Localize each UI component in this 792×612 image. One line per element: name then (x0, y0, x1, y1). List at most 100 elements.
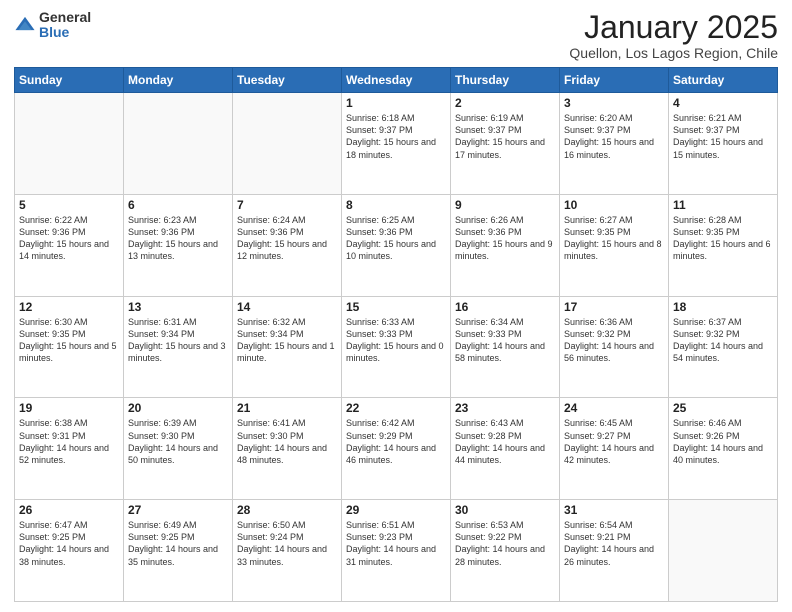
calendar-cell: 29 Sunrise: 6:51 AM Sunset: 9:23 PM Dayli… (342, 500, 451, 602)
calendar-cell: 13 Sunrise: 6:31 AM Sunset: 9:34 PM Dayli… (124, 296, 233, 398)
calendar-day-header: Friday (560, 68, 669, 93)
calendar-cell: 6 Sunrise: 6:23 AM Sunset: 9:36 PM Daylig… (124, 194, 233, 296)
cell-text: Sunrise: 6:39 AM Sunset: 9:30 PM Dayligh… (128, 417, 228, 466)
calendar-cell: 5Sunrise: 6:22 AM Sunset: 9:36 PM Daylig… (15, 194, 124, 296)
cell-text: Sunrise: 6:36 AM Sunset: 9:32 PM Dayligh… (564, 316, 664, 365)
header: General Blue January 2025 Quellon, Los L… (14, 10, 778, 61)
cell-text: Sunrise: 6:33 AM Sunset: 9:33 PM Dayligh… (346, 316, 446, 365)
calendar-week-row: 26Sunrise: 6:47 AM Sunset: 9:25 PM Dayli… (15, 500, 778, 602)
day-number: 16 (455, 300, 555, 314)
day-number: 4 (673, 96, 773, 110)
cell-text: Sunrise: 6:54 AM Sunset: 9:21 PM Dayligh… (564, 519, 664, 568)
cell-text: Sunrise: 6:19 AM Sunset: 9:37 PM Dayligh… (455, 112, 555, 161)
day-number: 14 (237, 300, 337, 314)
day-number: 27 (128, 503, 228, 517)
calendar-cell: 7 Sunrise: 6:24 AM Sunset: 9:36 PM Daylig… (233, 194, 342, 296)
cell-text: Sunrise: 6:26 AM Sunset: 9:36 PM Dayligh… (455, 214, 555, 263)
cell-text: Sunrise: 6:24 AM Sunset: 9:36 PM Dayligh… (237, 214, 337, 263)
day-number: 29 (346, 503, 446, 517)
day-number: 11 (673, 198, 773, 212)
calendar-week-row: 1Sunrise: 6:18 AM Sunset: 9:37 PM Daylig… (15, 93, 778, 195)
cell-text: Sunrise: 6:34 AM Sunset: 9:33 PM Dayligh… (455, 316, 555, 365)
day-number: 13 (128, 300, 228, 314)
day-number: 31 (564, 503, 664, 517)
calendar-cell (15, 93, 124, 195)
cell-text: Sunrise: 6:41 AM Sunset: 9:30 PM Dayligh… (237, 417, 337, 466)
calendar-cell: 31 Sunrise: 6:54 AM Sunset: 9:21 PM Dayli… (560, 500, 669, 602)
calendar-cell: 9Sunrise: 6:26 AM Sunset: 9:36 PM Daylig… (451, 194, 560, 296)
cell-text: Sunrise: 6:43 AM Sunset: 9:28 PM Dayligh… (455, 417, 555, 466)
calendar-cell: 1Sunrise: 6:18 AM Sunset: 9:37 PM Daylig… (342, 93, 451, 195)
calendar-cell: 3Sunrise: 6:20 AM Sunset: 9:37 PM Daylig… (560, 93, 669, 195)
logo-icon (14, 14, 36, 36)
calendar-cell: 4 Sunrise: 6:21 AM Sunset: 9:37 PM Daylig… (669, 93, 778, 195)
calendar-cell: 28 Sunrise: 6:50 AM Sunset: 9:24 PM Dayli… (233, 500, 342, 602)
calendar-cell: 18Sunrise: 6:37 AM Sunset: 9:32 PM Dayli… (669, 296, 778, 398)
logo: General Blue (14, 10, 91, 41)
day-number: 2 (455, 96, 555, 110)
cell-text: Sunrise: 6:30 AM Sunset: 9:35 PM Dayligh… (19, 316, 119, 365)
cell-text: Sunrise: 6:45 AM Sunset: 9:27 PM Dayligh… (564, 417, 664, 466)
page: General Blue January 2025 Quellon, Los L… (0, 0, 792, 612)
cell-text: Sunrise: 6:46 AM Sunset: 9:26 PM Dayligh… (673, 417, 773, 466)
day-number: 8 (346, 198, 446, 212)
logo-text: General Blue (39, 10, 91, 41)
cell-text: Sunrise: 6:47 AM Sunset: 9:25 PM Dayligh… (19, 519, 119, 568)
day-number: 24 (564, 401, 664, 415)
title-month: January 2025 (569, 10, 778, 45)
cell-text: Sunrise: 6:49 AM Sunset: 9:25 PM Dayligh… (128, 519, 228, 568)
cell-text: Sunrise: 6:20 AM Sunset: 9:37 PM Dayligh… (564, 112, 664, 161)
cell-text: Sunrise: 6:21 AM Sunset: 9:37 PM Dayligh… (673, 112, 773, 161)
cell-text: Sunrise: 6:50 AM Sunset: 9:24 PM Dayligh… (237, 519, 337, 568)
calendar-week-row: 19Sunrise: 6:38 AM Sunset: 9:31 PM Dayli… (15, 398, 778, 500)
calendar-cell: 21 Sunrise: 6:41 AM Sunset: 9:30 PM Dayli… (233, 398, 342, 500)
logo-blue: Blue (39, 25, 91, 40)
day-number: 22 (346, 401, 446, 415)
title-location: Quellon, Los Lagos Region, Chile (569, 45, 778, 61)
cell-text: Sunrise: 6:51 AM Sunset: 9:23 PM Dayligh… (346, 519, 446, 568)
calendar-cell: 8 Sunrise: 6:25 AM Sunset: 9:36 PM Daylig… (342, 194, 451, 296)
cell-text: Sunrise: 6:22 AM Sunset: 9:36 PM Dayligh… (19, 214, 119, 263)
cell-text: Sunrise: 6:23 AM Sunset: 9:36 PM Dayligh… (128, 214, 228, 263)
calendar-cell: 17 Sunrise: 6:36 AM Sunset: 9:32 PM Dayli… (560, 296, 669, 398)
logo-general: General (39, 10, 91, 25)
cell-text: Sunrise: 6:53 AM Sunset: 9:22 PM Dayligh… (455, 519, 555, 568)
calendar-day-header: Sunday (15, 68, 124, 93)
day-number: 1 (346, 96, 446, 110)
day-number: 7 (237, 198, 337, 212)
calendar-day-header: Thursday (451, 68, 560, 93)
day-number: 18 (673, 300, 773, 314)
cell-text: Sunrise: 6:38 AM Sunset: 9:31 PM Dayligh… (19, 417, 119, 466)
day-number: 12 (19, 300, 119, 314)
calendar-day-header: Wednesday (342, 68, 451, 93)
calendar-cell: 25 Sunrise: 6:46 AM Sunset: 9:26 PM Dayli… (669, 398, 778, 500)
calendar-cell: 11 Sunrise: 6:28 AM Sunset: 9:35 PM Dayli… (669, 194, 778, 296)
day-number: 21 (237, 401, 337, 415)
cell-text: Sunrise: 6:27 AM Sunset: 9:35 PM Dayligh… (564, 214, 664, 263)
calendar-cell: 20Sunrise: 6:39 AM Sunset: 9:30 PM Dayli… (124, 398, 233, 500)
day-number: 25 (673, 401, 773, 415)
cell-text: Sunrise: 6:42 AM Sunset: 9:29 PM Dayligh… (346, 417, 446, 466)
calendar-day-header: Saturday (669, 68, 778, 93)
title-block: January 2025 Quellon, Los Lagos Region, … (569, 10, 778, 61)
calendar-cell: 2 Sunrise: 6:19 AM Sunset: 9:37 PM Daylig… (451, 93, 560, 195)
day-number: 15 (346, 300, 446, 314)
calendar-cell: 30Sunrise: 6:53 AM Sunset: 9:22 PM Dayli… (451, 500, 560, 602)
day-number: 6 (128, 198, 228, 212)
day-number: 28 (237, 503, 337, 517)
calendar-header-row: SundayMondayTuesdayWednesdayThursdayFrid… (15, 68, 778, 93)
day-number: 10 (564, 198, 664, 212)
calendar-day-header: Tuesday (233, 68, 342, 93)
calendar-cell: 14Sunrise: 6:32 AM Sunset: 9:34 PM Dayli… (233, 296, 342, 398)
calendar-cell: 16 Sunrise: 6:34 AM Sunset: 9:33 PM Dayli… (451, 296, 560, 398)
calendar-cell (669, 500, 778, 602)
cell-text: Sunrise: 6:28 AM Sunset: 9:35 PM Dayligh… (673, 214, 773, 263)
calendar-week-row: 5Sunrise: 6:22 AM Sunset: 9:36 PM Daylig… (15, 194, 778, 296)
cell-text: Sunrise: 6:25 AM Sunset: 9:36 PM Dayligh… (346, 214, 446, 263)
calendar-cell: 22 Sunrise: 6:42 AM Sunset: 9:29 PM Dayli… (342, 398, 451, 500)
calendar-cell: 19Sunrise: 6:38 AM Sunset: 9:31 PM Dayli… (15, 398, 124, 500)
calendar-cell: 12 Sunrise: 6:30 AM Sunset: 9:35 PM Dayli… (15, 296, 124, 398)
cell-text: Sunrise: 6:31 AM Sunset: 9:34 PM Dayligh… (128, 316, 228, 365)
day-number: 17 (564, 300, 664, 314)
calendar-day-header: Monday (124, 68, 233, 93)
